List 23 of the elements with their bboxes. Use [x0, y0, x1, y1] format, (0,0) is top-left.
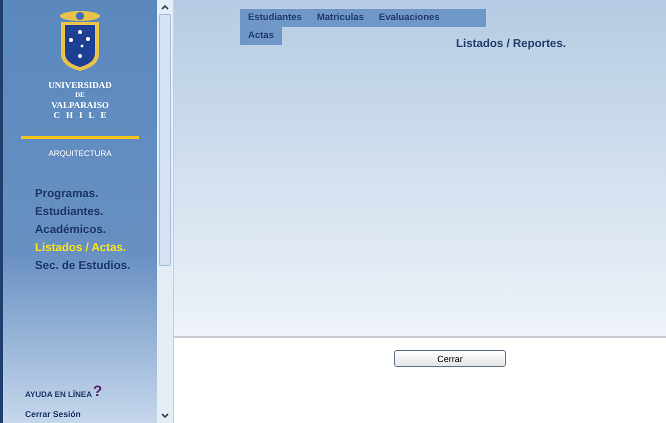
menu-item[interactable]: Estudiantes [248, 12, 302, 23]
menu-item[interactable]: Matriculas [316, 12, 364, 23]
university-name: CHILE [53, 110, 112, 120]
menu-item[interactable]: Evaluaciones [378, 12, 440, 23]
scroll-thumb[interactable] [159, 14, 171, 266]
faculty-name: ARQUITECTURA [48, 149, 112, 158]
close-button[interactable]: Cerrar [394, 350, 506, 367]
sidebar-item[interactable]: Estudiantes. [35, 204, 130, 220]
scroll-up-icon[interactable] [160, 3, 170, 11]
menu-item[interactable]: Actas [248, 30, 274, 41]
crest-icon [58, 10, 102, 72]
help-icon[interactable]: ? [92, 385, 102, 399]
university-name: UNIVERSIDAD [48, 80, 112, 90]
help-link[interactable]: AYUDA EN LÍNEA [25, 390, 92, 399]
scrollbar[interactable] [157, 0, 174, 423]
university-name: VALPARAISO [51, 100, 109, 110]
page-title: Listados / Reportes. [456, 38, 566, 50]
sidebar-item[interactable]: Programas. [35, 186, 130, 202]
sidebar-item[interactable]: Listados / Actas. [35, 240, 130, 256]
sidebar-item[interactable]: Sec. de Estudios. [35, 258, 130, 274]
logout-link[interactable]: Cerrar Sesión [25, 409, 81, 419]
sidebar-item[interactable]: Académicos. [35, 222, 130, 238]
scroll-down-icon[interactable] [160, 412, 170, 420]
